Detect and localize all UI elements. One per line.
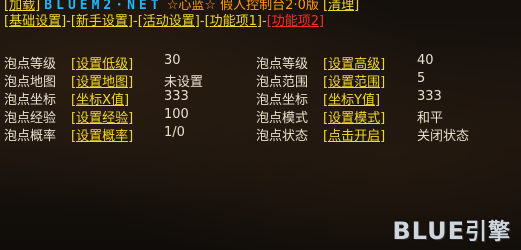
setting-value: 1/0 [164, 125, 185, 140]
set-x-button[interactable]: [坐标X值] [71, 89, 129, 108]
set-probability-button[interactable]: [设置概率] [71, 125, 133, 144]
header-bar: [加载] BLUEM2·NET ☆心蓝☆ 假人控制台2·0版 [清理] [4, 0, 359, 14]
tab-feature-2[interactable]: [功能项2] [267, 14, 324, 29]
setting-value: 100 [164, 107, 189, 122]
setting-value: 和平 [417, 111, 444, 126]
blue-engine-logo: BLUE引擎 [392, 214, 511, 246]
setting-value: 333 [164, 89, 189, 104]
setting-label: 泡点坐标 [4, 93, 57, 108]
setting-label: 泡点坐标 [256, 93, 309, 108]
setting-value: 关闭状态 [417, 129, 470, 144]
toggle-start-button[interactable]: [点击开启] [323, 125, 385, 144]
set-map-button[interactable]: [设置地图] [71, 71, 133, 90]
site-title: BLUEM2·NET [44, 0, 163, 13]
tab-newbie-settings[interactable]: [新手设置] [71, 14, 133, 29]
heart-text: ☆心蓝☆ [166, 0, 217, 13]
console-title: 假人控制台2·0版 [220, 0, 319, 13]
tab-event-settings[interactable]: [活动设置] [138, 14, 200, 29]
setting-value: 40 [417, 53, 434, 68]
setting-label: 泡点等级 [256, 57, 309, 72]
setting-label: 泡点经验 [4, 111, 57, 126]
set-y-button[interactable]: [坐标Y值] [323, 89, 380, 108]
set-exp-button[interactable]: [设置经验] [71, 107, 133, 126]
setting-label: 泡点模式 [256, 111, 309, 126]
load-button[interactable]: [加载] [4, 0, 40, 13]
set-mode-button[interactable]: [设置模式] [323, 107, 385, 126]
tab-bar: [基础设置]-[新手设置]-[活动设置]-[功能项1]-[功能项2] [4, 14, 324, 30]
setting-value: 333 [417, 89, 442, 104]
setting-label: 泡点地图 [4, 75, 57, 90]
setting-label: 泡点状态 [256, 129, 309, 144]
setting-label: 泡点范围 [256, 75, 309, 90]
setting-label: 泡点等级 [4, 57, 57, 72]
setting-value: 30 [164, 53, 181, 68]
tab-basic-settings[interactable]: [基础设置] [4, 14, 66, 29]
setting-value-unset: 未设置 [164, 75, 204, 90]
setting-label: 泡点概率 [4, 129, 57, 144]
set-low-level-button[interactable]: [设置低级] [71, 53, 133, 72]
setting-value: 5 [417, 71, 426, 86]
logo-cn-text: 引擎 [464, 220, 511, 245]
logo-text: BLUE [392, 217, 465, 245]
set-range-button[interactable]: [设置范围] [323, 71, 385, 90]
clean-button[interactable]: [清理] [323, 0, 359, 13]
set-high-level-button[interactable]: [设置高级] [323, 53, 385, 72]
tab-feature-1[interactable]: [功能项1] [205, 14, 262, 29]
